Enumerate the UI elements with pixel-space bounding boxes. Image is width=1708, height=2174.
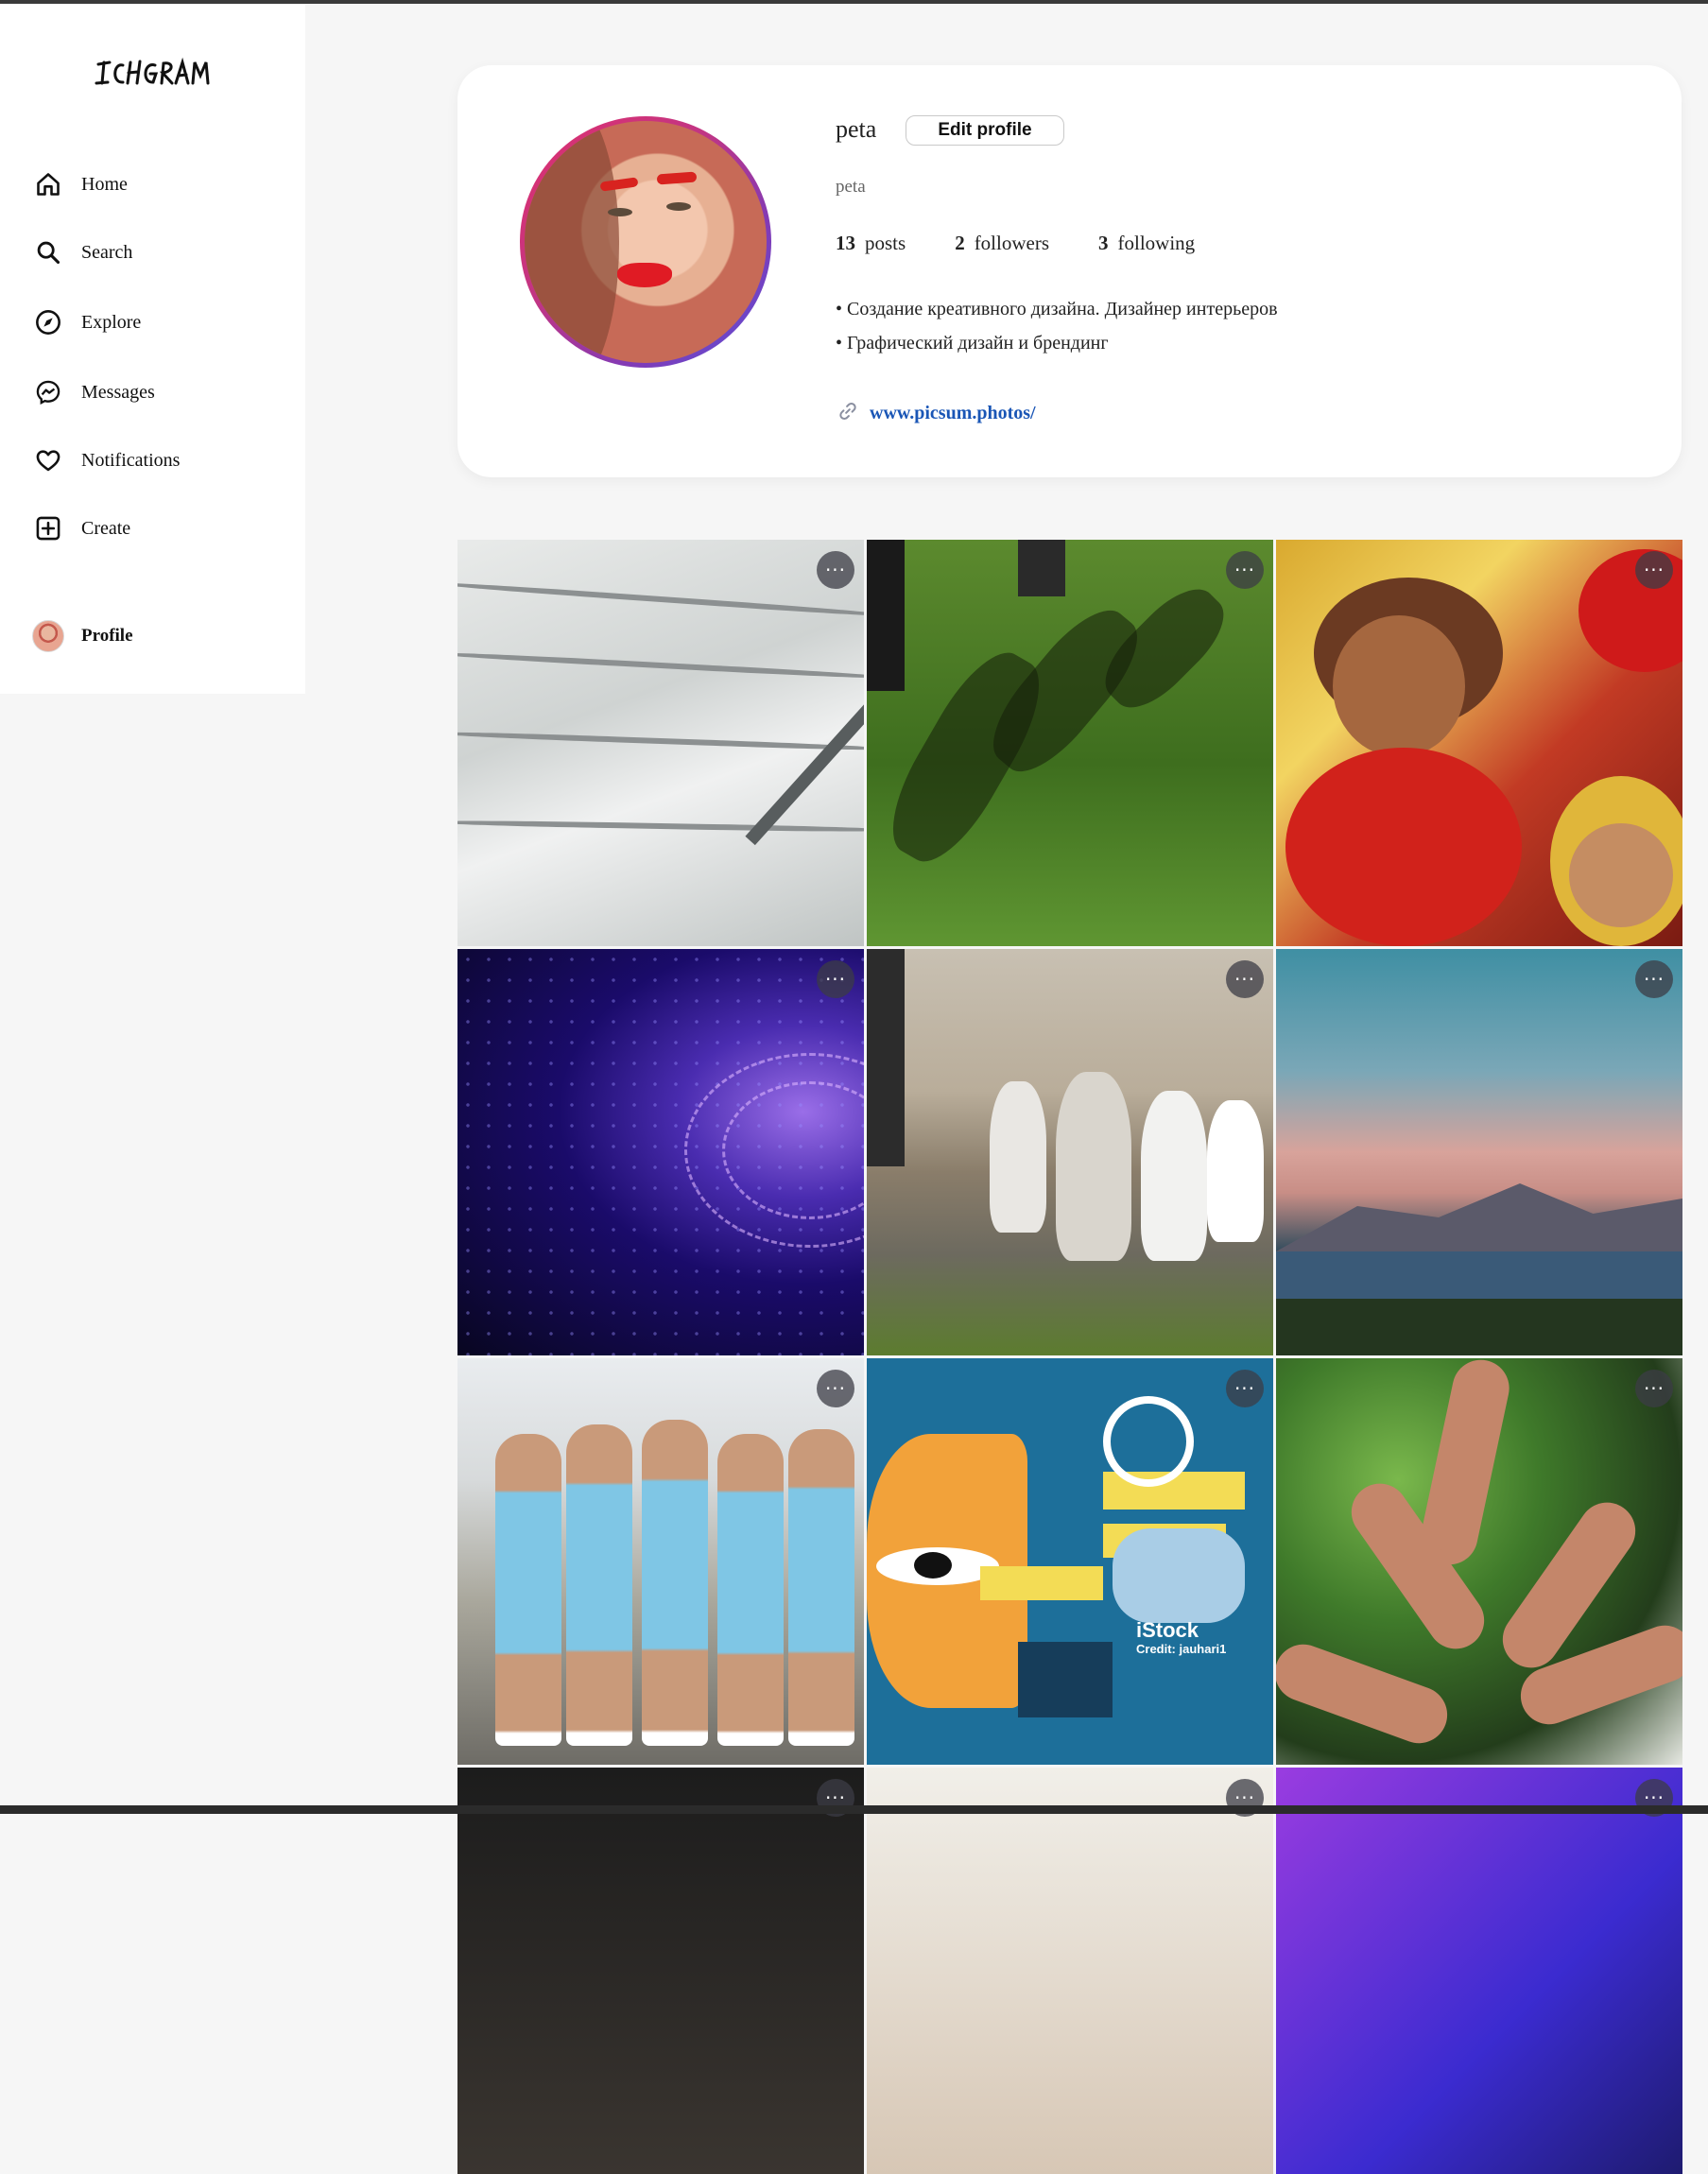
sidebar-item-label: Messages (81, 381, 155, 403)
post-options-button[interactable]: ··· (1635, 960, 1673, 998)
watermark-brand: iStock (1136, 1618, 1199, 1642)
post-tile[interactable]: ··· (457, 540, 864, 946)
logo-wordmark (95, 57, 210, 85)
sidebar-item-messages[interactable]: Messages (32, 373, 155, 411)
stat-posts: 13 posts (836, 232, 906, 255)
post-tile[interactable]: ··· (867, 949, 1273, 1355)
post-options-button[interactable]: ··· (1226, 1370, 1264, 1407)
post-tile[interactable]: ··· (1276, 949, 1682, 1355)
stat-label: followers (974, 232, 1050, 254)
sidebar-item-home[interactable]: Home (32, 165, 128, 203)
profile-website-link[interactable]: www.picsum.photos/ (870, 403, 1036, 424)
bio-line: • Создание креативного дизайна. Дизайнер… (836, 299, 1278, 319)
stat-count: 13 (836, 232, 855, 254)
profile-header-card: peta Edit profile peta 13 posts 2 follower… (457, 65, 1682, 477)
post-options-button[interactable]: ··· (1226, 551, 1264, 589)
profile-full-name: peta (836, 177, 866, 197)
stat-following[interactable]: 3 following (1098, 232, 1195, 255)
profile-stats: 13 posts 2 followers 3 following (836, 232, 1244, 255)
compass-icon (32, 306, 64, 338)
sidebar-item-create[interactable]: Create (32, 509, 130, 547)
stat-count: 3 (1098, 232, 1109, 254)
post-tile[interactable]: ··· (457, 949, 864, 1355)
post-options-button[interactable]: ··· (1226, 960, 1264, 998)
sidebar-item-label: Home (81, 173, 128, 195)
window-bottom-border (0, 1805, 1708, 1814)
post-options-button[interactable]: ··· (1635, 1370, 1673, 1407)
profile-photo (525, 121, 767, 363)
profile-username: peta (836, 115, 877, 143)
posts-grid: ··· ··· ··· ··· ··· ··· ··· iStock Credi… (457, 540, 1682, 2174)
heart-icon (32, 444, 64, 476)
sidebar-item-explore[interactable]: Explore (32, 303, 141, 341)
post-tile[interactable]: ··· (1276, 1358, 1682, 1765)
stat-label: posts (865, 232, 906, 254)
edit-profile-button[interactable]: Edit profile (906, 115, 1064, 146)
sidebar-item-label: Create (81, 517, 131, 539)
sidebar: Home Search Explore Messages Notificatio… (0, 4, 305, 694)
post-tile[interactable]: ··· (867, 1768, 1273, 2174)
plus-square-icon (32, 512, 64, 544)
bio-line: • Графический дизайн и брендинг (836, 333, 1109, 354)
app-logo[interactable] (93, 51, 216, 95)
sidebar-item-label: Profile (81, 626, 133, 646)
stat-label: following (1117, 232, 1196, 254)
post-tile[interactable]: ··· (1276, 1768, 1682, 2174)
home-icon (32, 168, 64, 200)
sidebar-item-profile[interactable]: Profile (32, 617, 133, 655)
sidebar-item-label: Notifications (81, 449, 181, 471)
post-options-button[interactable]: ··· (817, 551, 854, 589)
post-options-button[interactable]: ··· (1635, 551, 1673, 589)
profile-bio: • Создание креативного дизайна. Дизайнер… (836, 292, 1278, 360)
stat-followers[interactable]: 2 followers (955, 232, 1049, 255)
post-tile[interactable]: ··· (867, 540, 1273, 946)
post-options-button[interactable]: ··· (817, 1370, 854, 1407)
profile-website[interactable]: www.picsum.photos/ (837, 401, 1036, 426)
watermark-credit: Credit: jauhari1 (1136, 1642, 1227, 1656)
sidebar-item-notifications[interactable]: Notifications (32, 441, 180, 479)
link-icon (837, 401, 858, 426)
messenger-icon (32, 376, 64, 408)
sidebar-item-label: Explore (81, 311, 142, 333)
sidebar-item-label: Search (81, 241, 133, 263)
post-tile[interactable]: iStock Credit: jauhari1 ··· (867, 1358, 1273, 1765)
post-tile[interactable]: ··· (1276, 540, 1682, 946)
sidebar-item-search[interactable]: Search (32, 233, 132, 271)
search-icon (32, 236, 64, 268)
profile-avatar[interactable] (520, 116, 771, 368)
avatar (32, 620, 64, 652)
stat-count: 2 (955, 232, 965, 254)
post-tile[interactable]: ··· (457, 1358, 864, 1765)
post-tile[interactable]: ··· (457, 1768, 864, 2174)
post-options-button[interactable]: ··· (817, 960, 854, 998)
